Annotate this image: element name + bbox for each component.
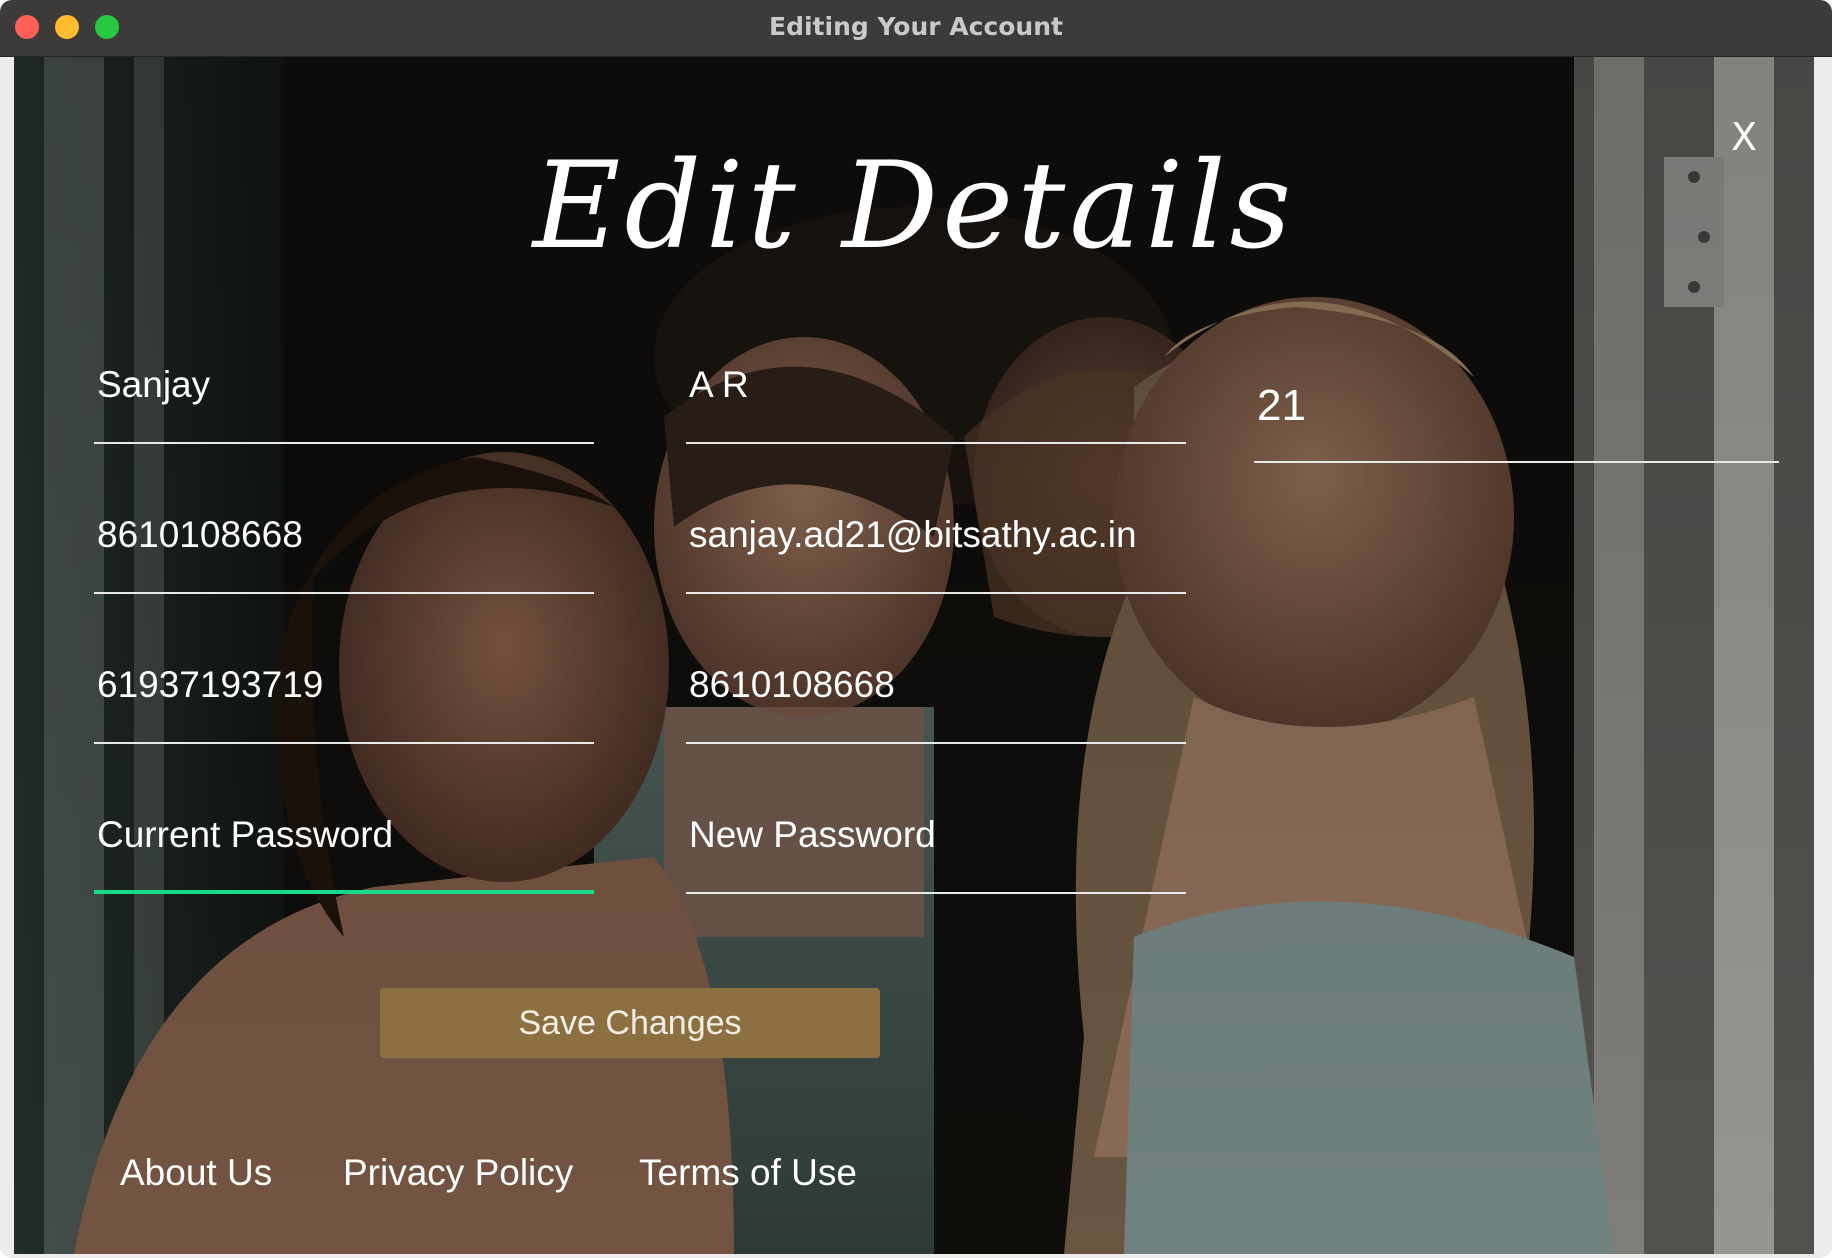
last-name-underline	[686, 442, 1186, 444]
window-title: Editing Your Account	[769, 12, 1063, 41]
privacy-policy-link[interactable]: Privacy Policy	[343, 1152, 573, 1194]
new-password-placeholder: New Password	[689, 814, 936, 855]
edit-details-view: X Edit Details Sanjay A R 21 8610108668 …	[14, 57, 1814, 1254]
current-password-field[interactable]: Current Password	[94, 804, 594, 894]
new-password-field[interactable]: New Password	[686, 804, 1186, 894]
first-name-value: Sanjay	[97, 364, 211, 405]
email-underline	[686, 592, 1186, 594]
alt-phone-field[interactable]: 8610108668	[686, 654, 1186, 744]
about-us-link[interactable]: About Us	[120, 1152, 272, 1194]
id-number-field[interactable]: 61937193719	[94, 654, 594, 744]
terms-of-use-link[interactable]: Terms of Use	[639, 1152, 857, 1194]
new-password-underline	[686, 892, 1186, 894]
age-field[interactable]: 21	[1254, 373, 1779, 463]
save-changes-button[interactable]: Save Changes	[380, 988, 880, 1058]
title-bar: Editing Your Account	[0, 0, 1832, 57]
id-number-value: 61937193719	[97, 664, 324, 705]
alt-phone-value: 8610108668	[689, 664, 895, 705]
first-name-field[interactable]: Sanjay	[94, 354, 594, 444]
current-password-placeholder: Current Password	[97, 814, 394, 855]
phone-field[interactable]: 8610108668	[94, 504, 594, 594]
app-window: Editing Your Account X Edit Details Sanj…	[0, 0, 1832, 1258]
age-value: 21	[1257, 381, 1306, 430]
email-field[interactable]: sanjay.ad21@bitsathy.ac.in	[686, 504, 1186, 594]
id-number-underline	[94, 742, 594, 744]
email-value: sanjay.ad21@bitsathy.ac.in	[689, 514, 1137, 555]
first-name-underline	[94, 442, 594, 444]
current-password-underline	[94, 890, 594, 894]
age-underline	[1254, 461, 1779, 463]
phone-underline	[94, 592, 594, 594]
phone-value: 8610108668	[97, 514, 303, 555]
last-name-field[interactable]: A R	[686, 354, 1186, 444]
last-name-value: A R	[689, 364, 749, 405]
page-title: Edit Details	[532, 137, 1296, 276]
alt-phone-underline	[686, 742, 1186, 744]
